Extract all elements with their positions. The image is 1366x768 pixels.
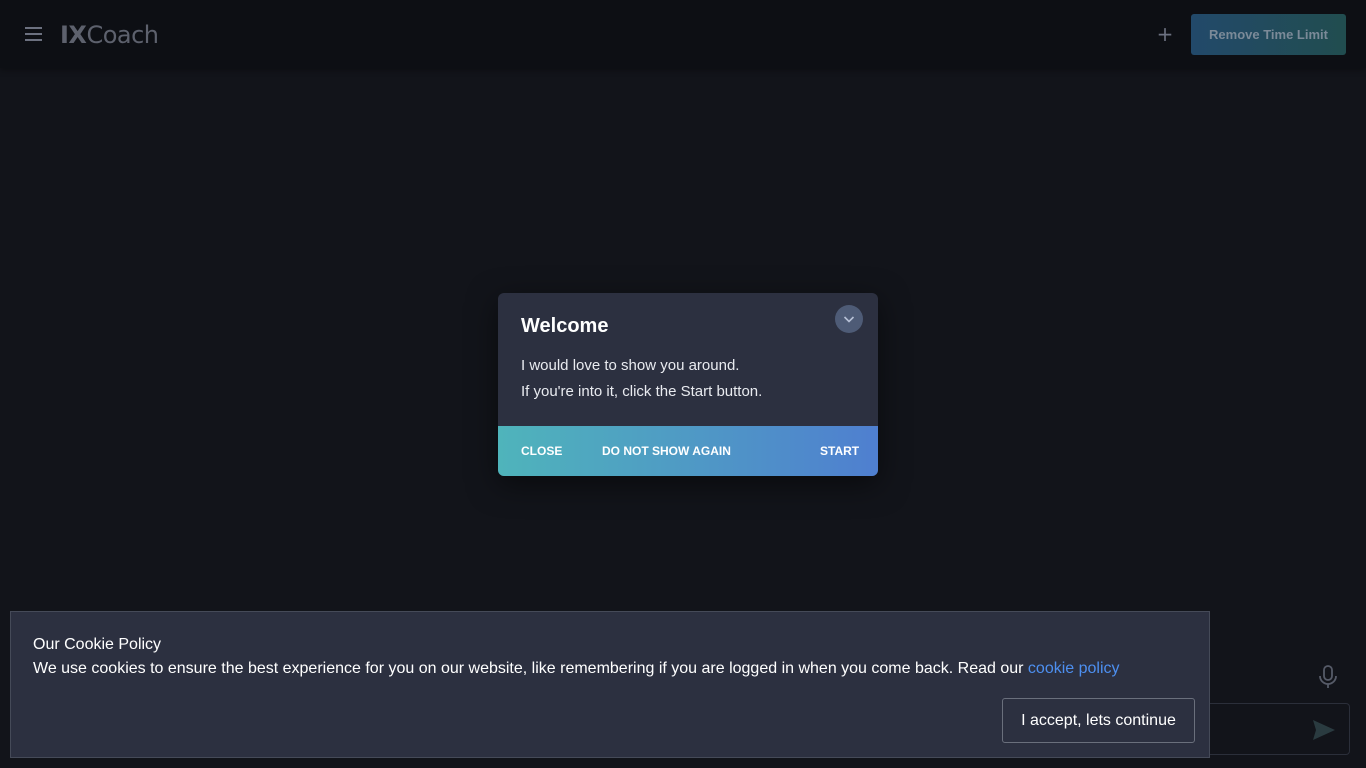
close-button[interactable]: CLOSE: [521, 426, 562, 476]
logo-coach: Coach: [86, 21, 159, 49]
cookie-policy-link[interactable]: cookie policy: [1028, 660, 1120, 677]
do-not-show-again-button[interactable]: DO NOT SHOW AGAIN: [602, 426, 731, 476]
cookie-text-body: We use cookies to ensure the best experi…: [33, 660, 1028, 677]
send-icon[interactable]: [1311, 718, 1337, 742]
app-root: IXCoach + Remove Time Limit Welcome I wo…: [0, 0, 1366, 768]
accept-cookies-button[interactable]: I accept, lets continue: [1002, 698, 1195, 743]
cookie-text: We use cookies to ensure the best experi…: [33, 660, 1120, 678]
start-button[interactable]: START: [820, 426, 859, 476]
new-chat-button[interactable]: +: [1155, 22, 1175, 46]
welcome-title: Welcome: [521, 315, 609, 337]
menu-icon[interactable]: [22, 24, 46, 44]
welcome-line-2: If you're into it, click the Start butto…: [521, 383, 763, 400]
top-header: IXCoach + Remove Time Limit: [0, 0, 1366, 68]
welcome-footer: CLOSE DO NOT SHOW AGAIN START: [498, 426, 878, 476]
cookie-title: Our Cookie Policy: [33, 636, 162, 653]
app-logo[interactable]: IXCoach: [60, 20, 159, 50]
welcome-dialog: Welcome I would love to show you around.…: [498, 293, 878, 476]
cookie-banner: Our Cookie Policy We use cookies to ensu…: [10, 611, 1210, 758]
chevron-down-icon[interactable]: [835, 305, 863, 333]
logo-ix: IX: [60, 21, 87, 49]
welcome-body: I would love to show you around. If you'…: [521, 353, 762, 405]
microphone-icon[interactable]: [1316, 664, 1340, 690]
remove-time-limit-button[interactable]: Remove Time Limit: [1191, 14, 1346, 55]
welcome-line-1: I would love to show you around.: [521, 357, 740, 374]
